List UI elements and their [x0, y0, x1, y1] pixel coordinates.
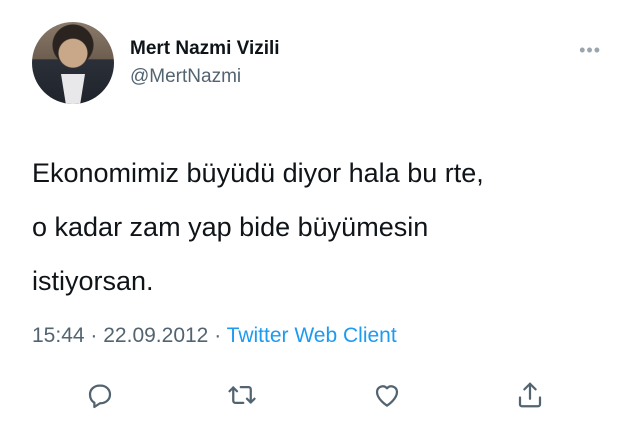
tweet-client-link[interactable]: Twitter Web Client — [227, 324, 397, 347]
tweet-card: Mert Nazmi Vizili @MertNazmi ••• Ekonomi… — [0, 0, 635, 425]
share-button[interactable] — [512, 377, 548, 413]
more-options-icon[interactable]: ••• — [579, 40, 601, 61]
heart-icon — [375, 385, 399, 407]
tweet-date[interactable]: 22.09.2012 — [103, 324, 208, 347]
tweet-text-line: Ekonomimiz büyüdü diyor hala bu rte, — [32, 158, 484, 188]
tweet-text: Ekonomimiz büyüdü diyor hala bu rte, o k… — [32, 146, 612, 308]
avatar-shirt — [61, 74, 85, 104]
tweet-text-line: istiyorsan. — [32, 266, 154, 296]
retweet-button[interactable] — [224, 377, 260, 413]
tweet-text-line: o kadar zam yap bide büyümesin — [32, 212, 429, 242]
action-bar — [0, 377, 635, 417]
tweet-time[interactable]: 15:44 — [32, 324, 85, 347]
avatar[interactable] — [32, 22, 114, 104]
meta-separator: · — [90, 324, 98, 347]
author-handle[interactable]: @MertNazmi — [130, 66, 241, 88]
meta-separator: · — [214, 324, 222, 347]
share-icon — [518, 382, 542, 408]
reply-button[interactable] — [82, 377, 118, 413]
tweet-meta: 15:44 · 22.09.2012 · Twitter Web Client — [32, 324, 397, 348]
like-button[interactable] — [369, 377, 405, 413]
retweet-icon — [228, 386, 256, 404]
author-display-name[interactable]: Mert Nazmi Vizili — [130, 38, 280, 60]
reply-icon — [88, 384, 112, 409]
